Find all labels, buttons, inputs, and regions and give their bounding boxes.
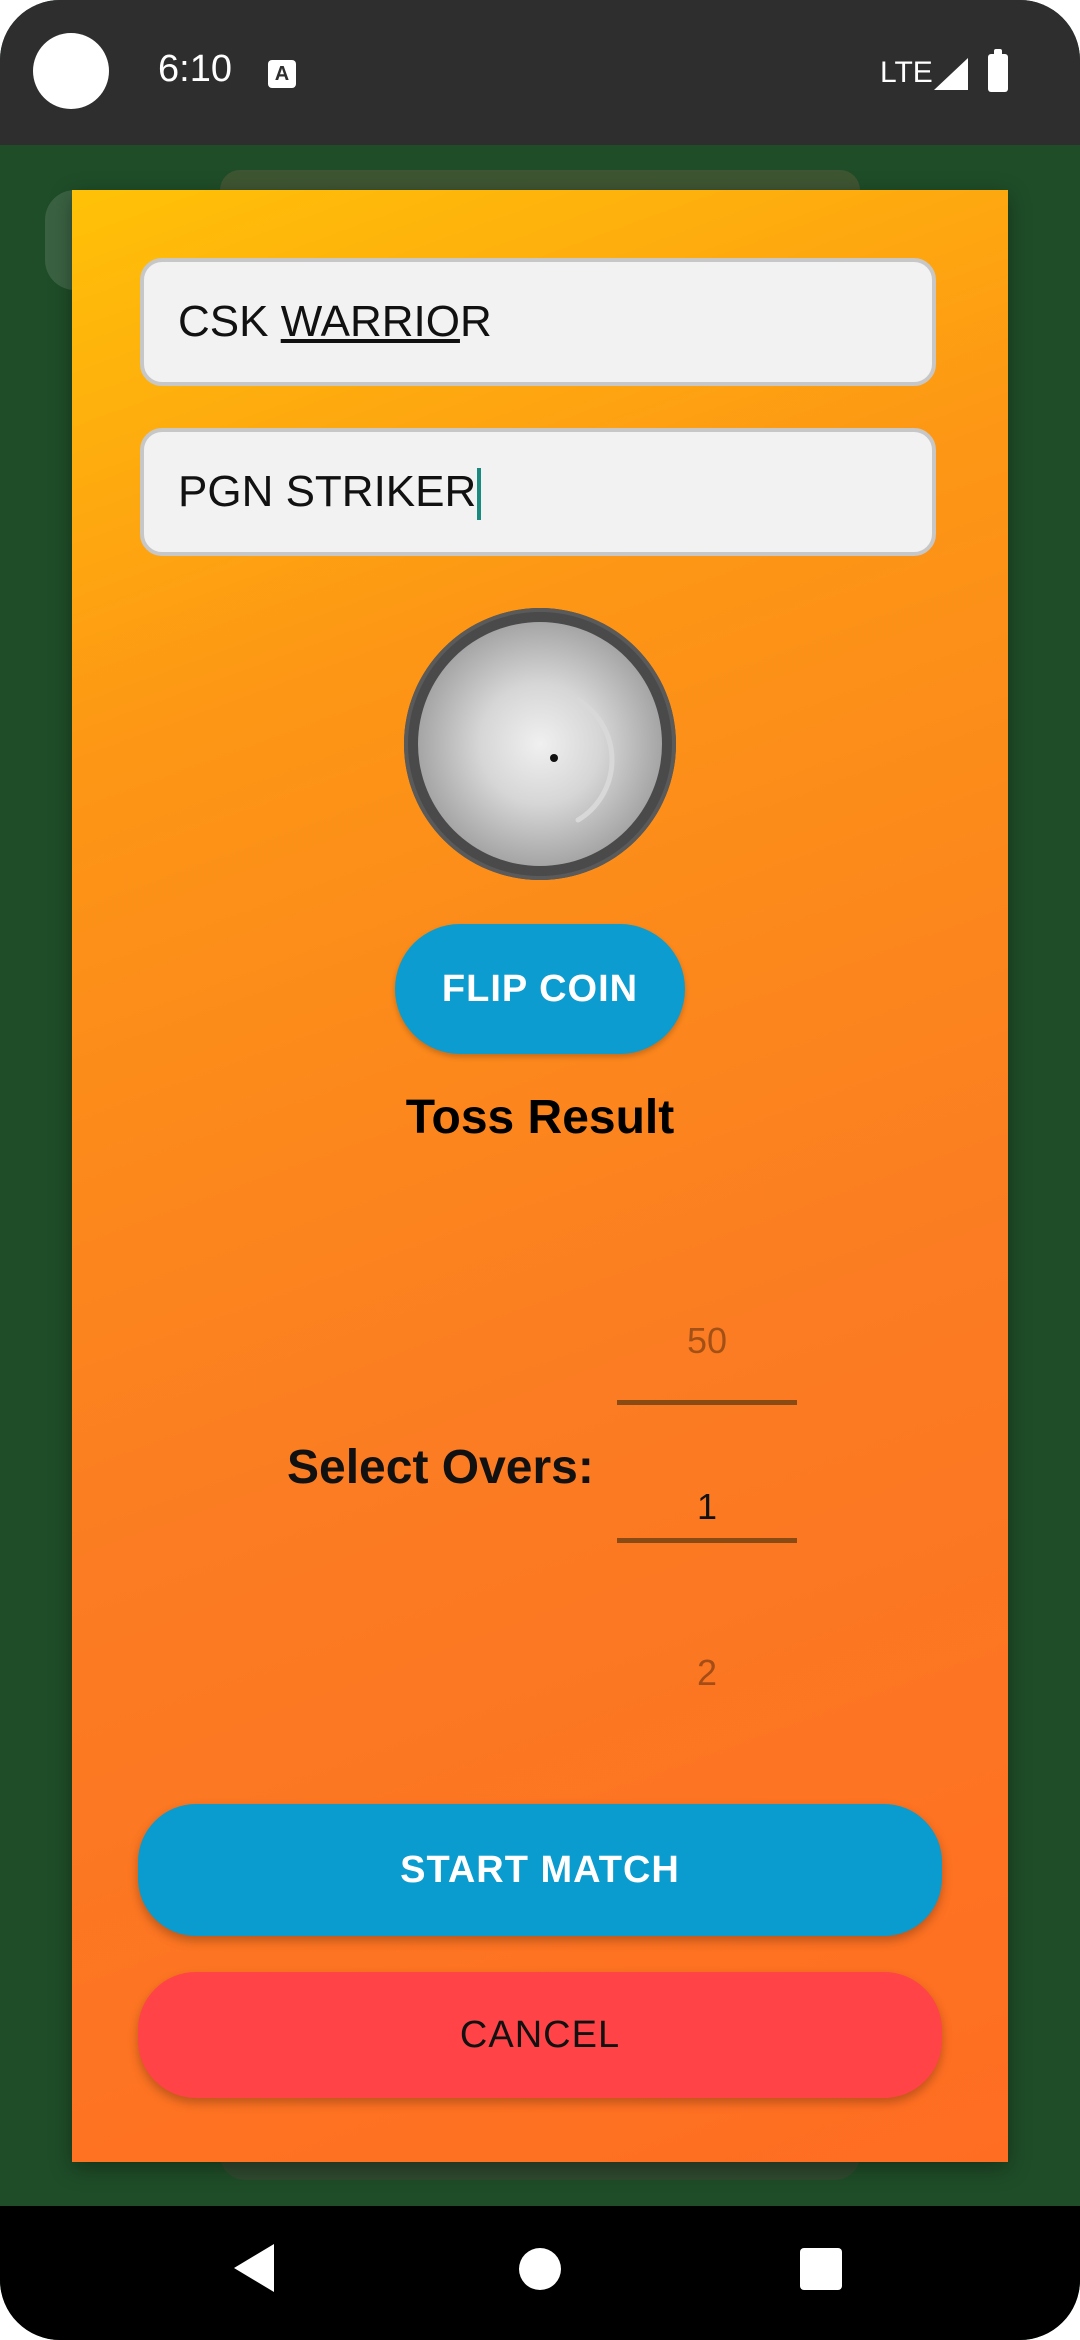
text-cursor xyxy=(477,468,482,521)
select-overs-label: Select Overs: xyxy=(287,1441,594,1494)
picker-selected-value[interactable]: 1 xyxy=(617,1486,797,1528)
toss-result-text: Toss Result xyxy=(405,1091,675,1144)
coin-icon[interactable] xyxy=(404,608,676,880)
coin-center-dot xyxy=(550,754,558,762)
battery-icon xyxy=(988,49,1008,92)
picker-previous-value[interactable]: 50 xyxy=(617,1320,797,1362)
overs-number-picker[interactable]: 50 1 2 xyxy=(617,1270,797,1710)
coin-face xyxy=(418,622,662,866)
picker-divider-top xyxy=(617,1400,797,1405)
home-icon[interactable] xyxy=(519,2248,561,2290)
navigation-bar xyxy=(0,2206,1080,2340)
back-icon[interactable] xyxy=(234,2244,274,2292)
coin-shine-arc xyxy=(575,697,615,823)
team2-name-input[interactable]: PGN STRIKER xyxy=(140,428,936,556)
cancel-button[interactable]: CANCEL xyxy=(138,1972,942,2098)
camera-cutout xyxy=(33,33,109,109)
notification-icon: A xyxy=(268,60,296,88)
signal-icon xyxy=(934,58,968,90)
recents-icon[interactable] xyxy=(800,2248,842,2290)
status-bar: 6:10 A LTE xyxy=(0,0,1080,145)
team1-name-text: CSK WARRIOR xyxy=(178,297,492,346)
phone-screen: 6:10 A LTE CSK WARRIOR PGN STRIKER FLIP … xyxy=(0,0,1080,2340)
picker-next-value[interactable]: 2 xyxy=(617,1652,797,1694)
flip-coin-button[interactable]: FLIP COIN xyxy=(395,924,685,1054)
network-type: LTE xyxy=(880,56,933,89)
start-match-button[interactable]: START MATCH xyxy=(138,1804,942,1936)
picker-divider-bottom xyxy=(617,1538,797,1543)
team1-name-input[interactable]: CSK WARRIOR xyxy=(140,258,936,386)
new-match-dialog: CSK WARRIOR PGN STRIKER FLIP COIN Toss R… xyxy=(72,190,1008,2162)
status-time: 6:10 xyxy=(158,48,232,90)
team2-name-text: PGN STRIKER xyxy=(178,467,477,516)
